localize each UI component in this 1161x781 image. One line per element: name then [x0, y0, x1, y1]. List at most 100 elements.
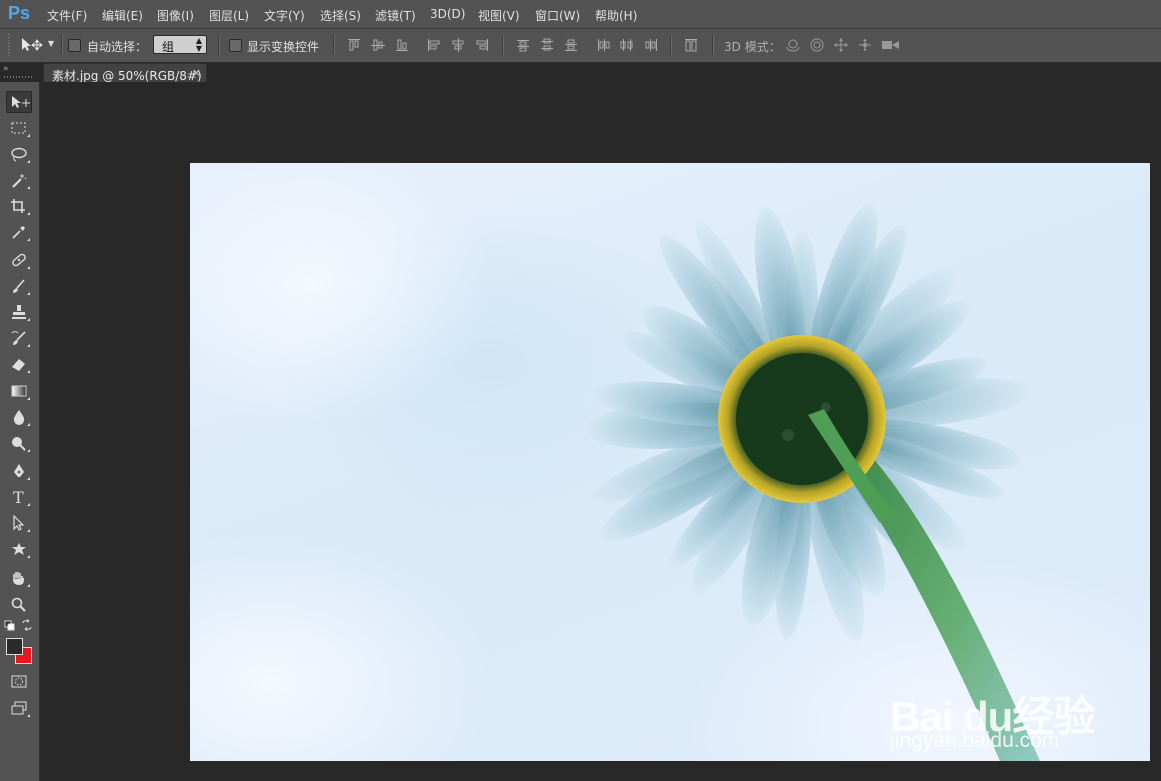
show-transform-checkbox[interactable]	[229, 39, 242, 52]
tool-preset-picker[interactable]: ▼	[20, 36, 60, 54]
distribute-top-edges-icon[interactable]	[515, 37, 531, 53]
svg-text:T: T	[13, 489, 24, 505]
screen-mode-toggle[interactable]	[6, 697, 32, 719]
magic-wand-tool[interactable]	[6, 169, 32, 191]
type-icon: T	[13, 489, 24, 505]
move-tool-icon	[12, 96, 30, 108]
history-brush-tool[interactable]	[6, 327, 32, 349]
lasso-icon	[11, 147, 27, 162]
history-brush-icon	[11, 331, 26, 345]
swap-colors-icon[interactable]	[21, 619, 33, 631]
rotate-3d-icon[interactable]	[785, 37, 801, 53]
chevron-down-icon: ▼	[48, 39, 55, 48]
auto-select-label: 自动选择：	[87, 40, 148, 54]
clone-stamp-tool[interactable]	[6, 301, 32, 323]
quick-mask-icon	[11, 675, 27, 688]
menu-help[interactable]: 帮助(H)	[595, 7, 637, 24]
dodge-icon	[12, 437, 26, 451]
divider	[218, 35, 219, 55]
hand-icon	[13, 572, 24, 585]
options-bar-grip[interactable]	[8, 34, 10, 56]
marquee-tool[interactable]	[6, 117, 32, 139]
menu-image[interactable]: 图像(I)	[157, 7, 194, 24]
roll-3d-icon[interactable]	[809, 37, 825, 53]
dodge-tool[interactable]	[6, 432, 32, 454]
align-vertical-centers-icon[interactable]	[370, 37, 386, 53]
menu-file[interactable]: 文件(F)	[47, 7, 87, 24]
auto-align-layers-icon[interactable]	[683, 37, 699, 53]
3d-mode-label: 3D 模式：	[724, 40, 781, 54]
app-logo: Ps	[8, 3, 31, 23]
divider	[712, 35, 713, 55]
scale-3d-icon[interactable]	[881, 37, 899, 53]
zoom-icon	[11, 597, 26, 612]
panel-collapse-icon[interactable]: »	[3, 64, 8, 74]
auto-select-value: 组	[162, 40, 175, 54]
align-right-edges-icon[interactable]	[474, 37, 490, 53]
healing-brush-tool[interactable]	[6, 249, 32, 271]
quick-mask-toggle[interactable]	[6, 670, 32, 692]
custom-shape-icon	[12, 543, 26, 555]
show-transform-label: 显示变换控件	[247, 40, 320, 54]
custom-shape-tool[interactable]	[6, 538, 32, 560]
menu-select[interactable]: 选择(S)	[320, 7, 361, 24]
auto-select-dropdown[interactable]: 组 ▲ ▼	[153, 35, 207, 54]
gradient-tool[interactable]	[6, 380, 32, 402]
foreground-color-swatch[interactable]	[6, 638, 23, 655]
blur-drop-icon	[13, 410, 25, 425]
default-colors-icon[interactable]	[4, 620, 16, 632]
brush-tool[interactable]	[6, 275, 32, 297]
align-top-edges-icon[interactable]	[346, 37, 362, 53]
path-selection-tool[interactable]	[6, 512, 32, 534]
blur-tool[interactable]	[6, 406, 32, 428]
document-canvas[interactable]: Bai du经验 jingyan.baidu.com	[190, 163, 1150, 761]
distribute-right-edges-icon[interactable]	[643, 37, 659, 53]
options-bar: ▼ 自动选择： 组 ▲ ▼ 显示变换控件 3D 模式：	[0, 29, 1161, 63]
align-left-edges-icon[interactable]	[426, 37, 442, 53]
menu-filter[interactable]: 滤镜(T)	[375, 7, 416, 24]
menu-3d[interactable]: 3D(D)	[430, 7, 465, 21]
distribute-bottom-edges-icon[interactable]	[563, 37, 579, 53]
menu-type[interactable]: 文字(Y)	[264, 7, 305, 24]
daisy-photo	[584, 202, 1040, 761]
path-selection-icon	[13, 515, 25, 531]
drag-3d-icon[interactable]	[833, 37, 849, 53]
screen-mode-icon	[11, 701, 27, 715]
stamp-icon	[12, 305, 26, 319]
eyedropper-icon	[12, 226, 25, 239]
slide-3d-icon[interactable]	[857, 37, 873, 53]
move-tool[interactable]	[6, 91, 32, 113]
toolbox: T	[0, 82, 40, 781]
eraser-tool[interactable]	[6, 353, 32, 375]
align-horizontal-centers-icon[interactable]	[450, 37, 466, 53]
move-tool-icon	[22, 38, 43, 51]
hand-tool[interactable]	[6, 567, 32, 589]
menu-layer[interactable]: 图层(L)	[209, 7, 249, 24]
type-tool[interactable]: T	[6, 486, 32, 508]
crop-tool[interactable]	[6, 195, 32, 217]
watermark-url: jingyan.baidu.com	[890, 729, 1060, 752]
rectangular-marquee-icon	[11, 122, 26, 134]
document-tab-label: 素材.jpg @ 50%(RGB/8#)	[52, 69, 202, 83]
distribute-vertical-centers-icon[interactable]	[539, 37, 555, 53]
magic-wand-icon	[12, 174, 27, 188]
menu-view[interactable]: 视图(V)	[478, 7, 520, 24]
divider	[333, 35, 334, 55]
toolbox-grip[interactable]	[4, 76, 34, 78]
menu-edit[interactable]: 编辑(E)	[102, 7, 143, 24]
close-icon[interactable]: ×	[192, 66, 201, 79]
auto-select-checkbox[interactable]	[68, 39, 81, 52]
distribute-left-edges-icon[interactable]	[595, 37, 611, 53]
stepper-arrows-icon: ▲ ▼	[195, 36, 202, 53]
distribute-horizontal-centers-icon[interactable]	[619, 37, 635, 53]
align-bottom-edges-icon[interactable]	[394, 37, 410, 53]
menu-window[interactable]: 窗口(W)	[535, 7, 580, 24]
eraser-icon	[12, 359, 25, 371]
lasso-tool[interactable]	[6, 143, 32, 165]
zoom-tool[interactable]	[6, 593, 32, 615]
brush-icon	[13, 279, 25, 293]
pen-tool[interactable]	[6, 460, 32, 482]
eyedropper-tool[interactable]	[6, 221, 32, 243]
document-tab[interactable]: 素材.jpg @ 50%(RGB/8#) ×	[43, 63, 207, 83]
bandage-icon	[12, 253, 26, 267]
